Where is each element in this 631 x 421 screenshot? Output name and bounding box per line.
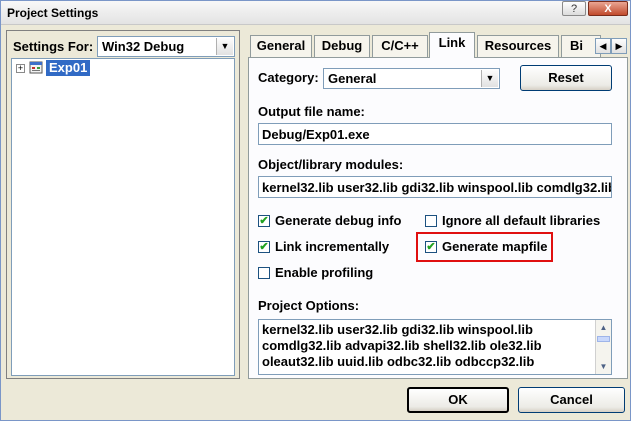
enable-profiling-label: Enable profiling — [275, 265, 374, 280]
scroll-down-icon[interactable]: ▼ — [597, 360, 610, 373]
output-file-label: Output file name: — [258, 104, 365, 119]
project-options-label: Project Options: — [258, 298, 360, 313]
project-options-line: oleaut32.lib uuid.lib odbc32.lib odbccp3… — [262, 354, 535, 369]
close-button[interactable]: X — [588, 1, 628, 16]
cancel-button[interactable]: Cancel — [518, 387, 625, 413]
tab-scroll-right-icon[interactable]: ▶ — [611, 38, 627, 54]
settings-for-panel: Settings For: Win32 Debug ▼ + Exp01 — [6, 30, 240, 379]
tree-expander[interactable]: + — [16, 64, 25, 73]
tab-link[interactable]: Link — [429, 32, 475, 58]
project-settings-dialog: Project Settings ? X Settings For: Win32… — [0, 0, 631, 421]
settings-for-label: Settings For: — [13, 39, 94, 54]
ok-button[interactable]: OK — [407, 387, 509, 413]
enable-profiling-checkbox[interactable] — [258, 267, 270, 279]
tree-item-exp01[interactable]: Exp01 — [46, 60, 91, 76]
modules-field[interactable]: kernel32.lib user32.lib gdi32.lib winspo… — [258, 176, 612, 198]
reset-button[interactable]: Reset — [520, 65, 612, 91]
generate-debug-info-label: Generate debug info — [275, 213, 402, 228]
category-value: General — [328, 71, 377, 86]
scroll-thumb[interactable] — [597, 336, 610, 342]
generate-mapfile-label: Generate mapfile — [442, 239, 548, 254]
tab-resources[interactable]: Resources — [477, 35, 559, 57]
window-title: Project Settings — [7, 6, 99, 20]
category-dropdown[interactable]: General ▼ — [323, 68, 500, 89]
tab-general[interactable]: General — [250, 35, 312, 57]
output-file-field[interactable]: Debug/Exp01.exe — [258, 123, 612, 145]
generate-mapfile-checkbox[interactable]: ✔ — [425, 241, 437, 253]
chevron-down-icon[interactable]: ▼ — [216, 38, 233, 55]
ignore-default-libraries-label: Ignore all default libraries — [442, 213, 601, 228]
scroll-up-icon[interactable]: ▲ — [597, 321, 610, 334]
generate-debug-info-checkbox[interactable]: ✔ — [258, 215, 270, 227]
project-options-textarea[interactable]: kernel32.lib user32.lib gdi32.lib winspo… — [258, 319, 612, 375]
vertical-scrollbar[interactable]: ▲ ▼ — [595, 320, 611, 374]
category-label: Category: — [258, 70, 319, 85]
tab-debug[interactable]: Debug — [314, 35, 370, 57]
modules-label: Object/library modules: — [258, 157, 404, 172]
link-incrementally-label: Link incrementally — [275, 239, 390, 254]
tab-scroll-left-icon[interactable]: ◀ — [595, 38, 611, 54]
title-bar[interactable]: Project Settings ? X — [1, 1, 630, 25]
chevron-down-icon[interactable]: ▼ — [481, 70, 498, 87]
configuration-value: Win32 Debug — [102, 39, 185, 54]
project-options-line: comdlg32.lib advapi32.lib shell32.lib ol… — [262, 338, 542, 353]
project-tree[interactable]: + Exp01 — [11, 58, 235, 376]
project-options-line: kernel32.lib user32.lib gdi32.lib winspo… — [262, 322, 533, 337]
tab-c-cpp[interactable]: C/C++ — [372, 35, 428, 57]
project-icon — [29, 61, 43, 74]
configuration-dropdown[interactable]: Win32 Debug ▼ — [97, 36, 235, 57]
settings-tabs: General Debug C/C++ Link Resources Bi — [248, 32, 631, 58]
ignore-default-libraries-checkbox[interactable] — [425, 215, 437, 227]
help-button[interactable]: ? — [562, 1, 586, 16]
link-incrementally-checkbox[interactable]: ✔ — [258, 241, 270, 253]
